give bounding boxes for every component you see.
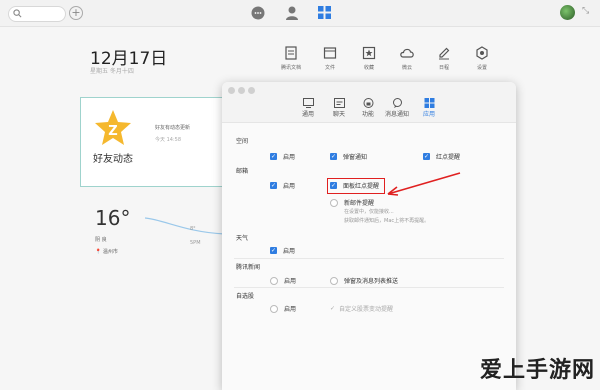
- space-popup[interactable]: ✓ 弹窗通知: [330, 152, 367, 161]
- divider: [234, 258, 504, 259]
- search-input[interactable]: [8, 6, 66, 22]
- friend-feed-title: 好友动态: [93, 154, 133, 165]
- curve-temp-label: 8°: [190, 226, 196, 232]
- weather-city: 📍 温州市: [95, 249, 118, 255]
- qzone-star-icon: Z: [95, 110, 131, 145]
- add-button[interactable]: +: [69, 6, 83, 20]
- red-arrow-icon: [387, 172, 461, 196]
- bubble-icon: [392, 98, 402, 108]
- zoom-window-button[interactable]: [248, 87, 255, 94]
- section-news: 腾讯新闻: [236, 264, 261, 271]
- friend-feed-status: 好友有动态更新: [155, 125, 191, 131]
- friend-feed-time: 今天 14:58: [155, 137, 181, 143]
- curve-time-label: 5PM: [190, 240, 201, 246]
- checkbox-checked-icon[interactable]: ✓: [423, 153, 430, 160]
- cloud-icon: [400, 48, 414, 58]
- chat-icon[interactable]: [250, 5, 266, 21]
- svg-text:Z: Z: [108, 124, 117, 139]
- tab-notifications[interactable]: 消息通知: [380, 98, 414, 118]
- weather-enable[interactable]: ✓ 启用: [270, 246, 295, 255]
- check-mark-icon: ✓: [330, 305, 336, 312]
- apps-icon[interactable]: [317, 5, 332, 20]
- section-weather: 天气: [236, 235, 249, 242]
- radio-icon[interactable]: [330, 198, 338, 207]
- space-red-dot[interactable]: ✓ 红点提醒: [423, 152, 460, 161]
- app-settings[interactable]: 设置: [462, 46, 502, 71]
- radio-icon[interactable]: [270, 276, 278, 285]
- file-icon: [323, 47, 337, 59]
- stock-hint: ✓ 自定义股票变动提醒: [330, 305, 394, 313]
- app-schedule[interactable]: 日程: [424, 46, 464, 71]
- stock-enable[interactable]: 启用: [270, 304, 296, 313]
- section-stock: 自选股: [236, 293, 255, 300]
- grid-icon: [424, 98, 434, 108]
- space-enable[interactable]: ✓ 启用: [270, 152, 295, 161]
- app-favorites[interactable]: 收藏: [349, 46, 389, 71]
- app-cloud[interactable]: 微云: [387, 46, 427, 71]
- radio-icon[interactable]: [270, 304, 278, 313]
- star-icon: [362, 46, 376, 60]
- preferences-window: 通用 聊天 功能 消息通知 应用 空间 ✓ 启用 ✓ 弹窗通知 ✓ 红点提醒 邮箱 ✓…: [222, 82, 516, 390]
- temp-curve: [145, 217, 225, 235]
- collapse-icon[interactable]: ⤡: [582, 6, 589, 16]
- doc-icon: [285, 46, 297, 60]
- tab-apps[interactable]: 应用: [412, 98, 446, 118]
- edit-icon: [439, 47, 450, 60]
- news-enable[interactable]: 启用: [270, 276, 296, 285]
- mail-new-mail[interactable]: 新邮件提醒: [330, 198, 374, 207]
- mail-hint-2: 获取邮件通知后，Mac上将不再提醒。: [344, 218, 430, 224]
- app-docs[interactable]: 腾讯文档: [271, 46, 311, 71]
- avatar[interactable]: [560, 5, 575, 20]
- weather-temp: 16°: [95, 206, 131, 230]
- monitor-icon: [302, 98, 314, 108]
- top-bar: + ⤡: [0, 0, 600, 27]
- app-file[interactable]: 文件: [310, 46, 350, 71]
- watermark: 爱上手游网: [480, 358, 596, 383]
- search-icon: [13, 9, 22, 18]
- divider: [234, 287, 504, 288]
- lunar-date: 星期五 冬月十四: [90, 68, 134, 75]
- chat-window-icon: [333, 98, 345, 108]
- checkbox-checked-icon[interactable]: ✓: [270, 153, 277, 160]
- friend-feed-card[interactable]: Z 好友动态 好友有动态更新 今天 14:58: [80, 97, 236, 187]
- lock-icon: [363, 98, 373, 108]
- mail-hint-1: 在设置中，仅能接收...: [344, 209, 394, 215]
- mail-enable[interactable]: ✓ 启用: [270, 181, 295, 190]
- radio-icon[interactable]: [330, 276, 338, 285]
- section-space: 空间: [236, 138, 249, 145]
- tab-general[interactable]: 通用: [291, 98, 325, 118]
- checkbox-checked-icon[interactable]: ✓: [270, 247, 277, 254]
- news-popup-list[interactable]: 弹窗及消息列表推送: [330, 276, 398, 285]
- minimize-window-button[interactable]: [238, 87, 245, 94]
- contacts-icon[interactable]: [284, 5, 300, 21]
- highlight-box: [327, 178, 385, 194]
- settings-icon: [476, 46, 488, 60]
- close-window-button[interactable]: [228, 87, 235, 94]
- weather-condition: 阴 良: [95, 237, 107, 243]
- checkbox-checked-icon[interactable]: ✓: [270, 182, 277, 189]
- section-mail: 邮箱: [236, 168, 249, 175]
- checkbox-checked-icon[interactable]: ✓: [330, 153, 337, 160]
- weather-city-label: 温州市: [102, 249, 118, 255]
